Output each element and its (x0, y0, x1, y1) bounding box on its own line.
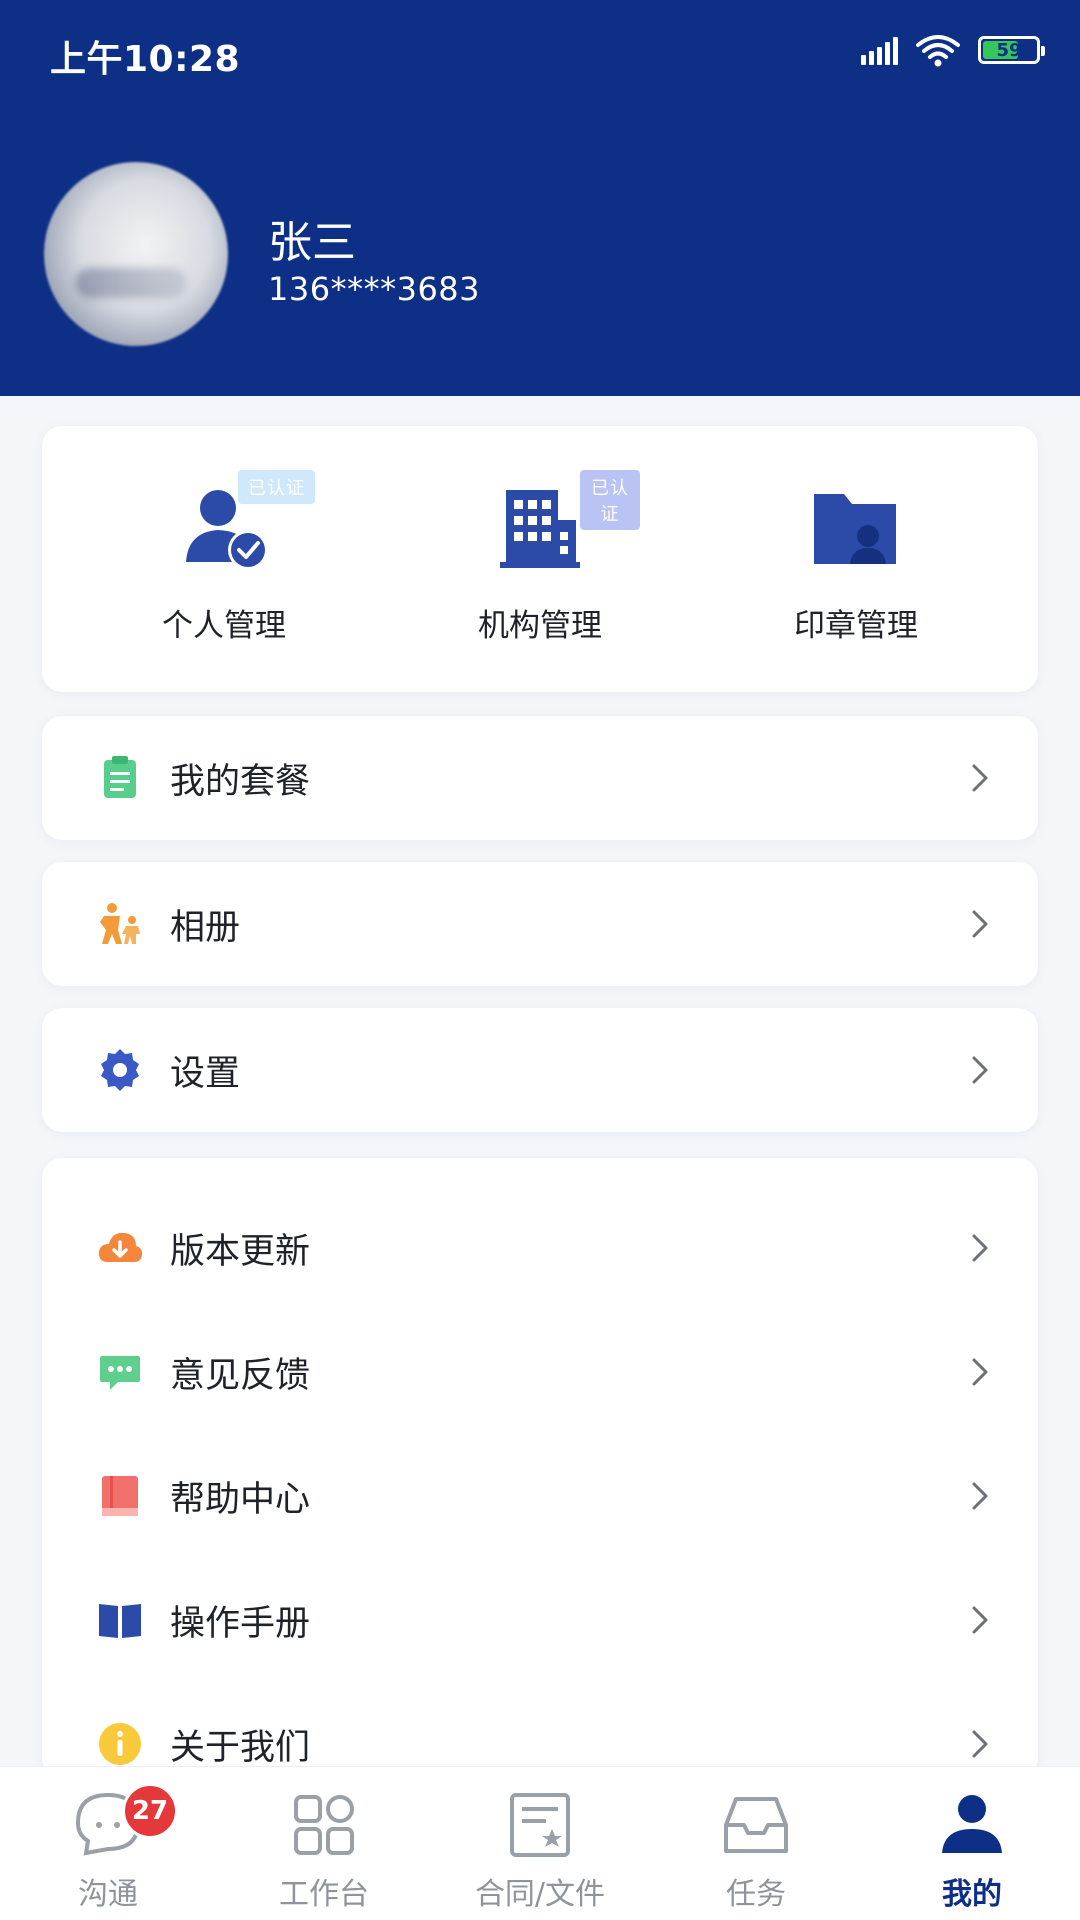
nav-label: 工作台 (279, 1877, 369, 1912)
inbox-icon (724, 1797, 788, 1853)
nav-tab-chat[interactable]: 27 沟通 (18, 1783, 198, 1919)
clipboard-icon (96, 754, 144, 802)
nav-label: 我的 (942, 1877, 1002, 1912)
cloud-download-icon (96, 1224, 144, 1272)
chevron-right-icon (972, 1482, 988, 1510)
menu-row-album[interactable]: 相册 (42, 862, 1038, 986)
menu-row-help[interactable]: 帮助中心 (42, 1434, 1038, 1558)
verified-badge: 已认证 (238, 470, 315, 504)
verified-badge: 已认证 (580, 470, 640, 530)
menu-label: 设置 (170, 1053, 241, 1094)
org-management-button[interactable]: 已认证 机构管理 (440, 470, 640, 650)
menu-label: 意见反馈 (170, 1355, 311, 1396)
chevron-right-icon (972, 1730, 988, 1758)
quick-actions-card: 已认证 个人管理 已认证 机构管理 印章管理 (42, 426, 1038, 692)
personal-management-button[interactable]: 已认证 个人管理 (124, 470, 324, 650)
nav-label: 合同/文件 (474, 1877, 606, 1912)
seal-management-button[interactable]: 印章管理 (756, 480, 956, 650)
user-phone: 136****3683 (268, 270, 481, 308)
info-icon (96, 1720, 144, 1768)
chevron-right-icon (972, 1606, 988, 1634)
user-icon (942, 1795, 1002, 1853)
nav-label: 任务 (726, 1877, 786, 1912)
grid-icon (294, 1795, 354, 1855)
chevron-right-icon (972, 910, 988, 938)
unread-badge: 27 (122, 1783, 178, 1839)
status-icons: 59 (861, 30, 1045, 70)
chevron-right-icon (972, 764, 988, 792)
profile-header: 上午10:28 59 张三 136****3683 (0, 0, 1080, 396)
nav-label: 沟通 (78, 1877, 138, 1912)
wifi-icon (916, 35, 960, 67)
menu-label: 帮助中心 (170, 1479, 311, 1520)
user-name: 张三 (268, 217, 356, 268)
settings-card: 设置 (42, 1008, 1038, 1132)
quick-label: 个人管理 (162, 608, 286, 644)
nav-tab-workbench[interactable]: 工作台 (234, 1789, 414, 1919)
quick-label: 机构管理 (478, 608, 602, 644)
nav-tab-mine[interactable]: 我的 (882, 1789, 1062, 1919)
quick-label: 印章管理 (794, 608, 918, 644)
building-icon (500, 490, 580, 568)
help-book-icon (96, 1472, 144, 1520)
document-icon (510, 1793, 570, 1857)
nav-tab-tasks[interactable]: 任务 (666, 1789, 846, 1919)
chevron-right-icon (972, 1056, 988, 1084)
status-bar: 上午10:28 59 (0, 0, 1080, 100)
battery-icon: 59 (978, 36, 1045, 64)
battery-level: 59 (996, 39, 1022, 61)
plan-card: 我的套餐 (42, 716, 1038, 840)
family-icon (96, 900, 144, 948)
chat-bubble-icon (96, 1348, 144, 1396)
open-book-icon (96, 1596, 144, 1644)
nav-tab-contracts[interactable]: 合同/文件 (450, 1789, 630, 1919)
more-options-card: 版本更新 意见反馈 帮助中心 操作手册 关于我们 (42, 1158, 1038, 1778)
signal-icon (861, 35, 898, 65)
bottom-nav: 27 沟通 工作台 合同/文件 任务 我的 (0, 1766, 1080, 1920)
menu-row-plan[interactable]: 我的套餐 (42, 716, 1038, 840)
status-time: 上午10:28 (50, 39, 241, 80)
gear-icon (96, 1046, 144, 1094)
menu-row-manual[interactable]: 操作手册 (42, 1558, 1038, 1682)
seal-folder-icon (814, 494, 896, 564)
menu-label: 版本更新 (170, 1231, 311, 1272)
album-card: 相册 (42, 862, 1038, 986)
menu-label: 关于我们 (170, 1727, 311, 1768)
avatar[interactable] (44, 162, 228, 346)
menu-row-settings[interactable]: 设置 (42, 1008, 1038, 1132)
chevron-right-icon (972, 1358, 988, 1386)
menu-label: 相册 (170, 907, 241, 948)
menu-label: 操作手册 (170, 1603, 311, 1644)
chevron-right-icon (972, 1234, 988, 1262)
menu-row-update[interactable]: 版本更新 (42, 1186, 1038, 1310)
menu-row-feedback[interactable]: 意见反馈 (42, 1310, 1038, 1434)
avatar-blur (76, 268, 186, 298)
menu-label: 我的套餐 (170, 761, 311, 802)
